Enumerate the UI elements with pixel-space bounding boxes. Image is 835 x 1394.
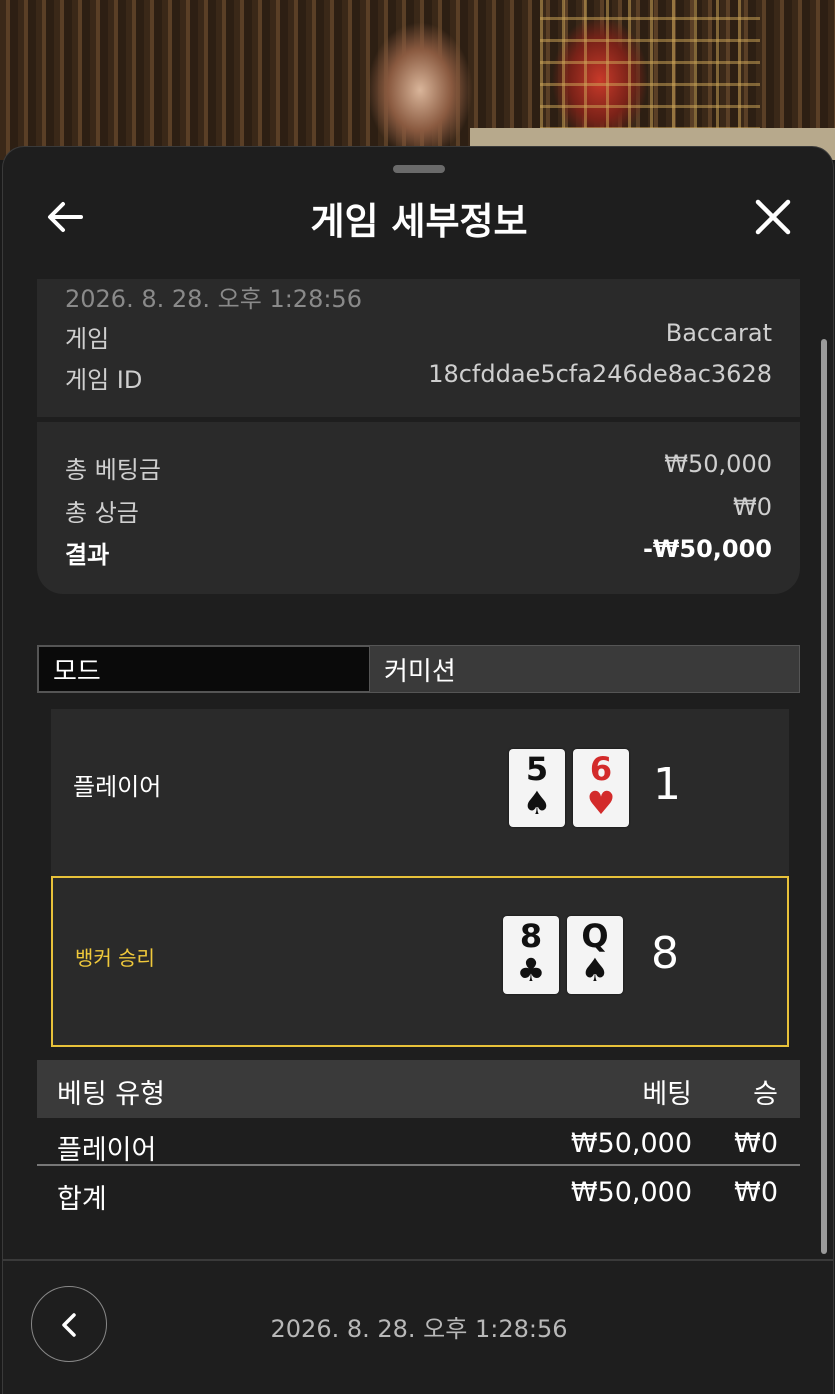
header-win: 승 xyxy=(753,1079,778,1110)
heart-icon: ♥ xyxy=(586,784,616,822)
banker-win-label: 뱅커 승리 xyxy=(75,946,155,970)
footer-divider xyxy=(3,1259,833,1261)
drag-handle[interactable] xyxy=(393,165,445,173)
tab-mode[interactable]: 모드 xyxy=(38,646,370,692)
bet-type-cell: 플레이어 xyxy=(57,1135,157,1166)
game-info-card: 2026. 8. 28. 오후 1:28:56 게임 Baccarat 게임 I… xyxy=(37,279,800,417)
table-total-row: 합계 ₩50,000 ₩0 xyxy=(37,1169,800,1215)
card-rank: Q xyxy=(581,917,609,955)
win-amount-cell: ₩0 xyxy=(734,1128,778,1159)
game-value: Baccarat xyxy=(665,319,772,347)
game-id-label: 게임 ID xyxy=(65,366,143,394)
total-bet-value: ₩50,000 xyxy=(664,450,772,478)
player-score: 1 xyxy=(653,759,681,810)
total-win-row: 총 상금 ₩0 xyxy=(65,493,772,528)
banker-score: 8 xyxy=(651,928,679,979)
live-video-background xyxy=(0,0,835,160)
page-title: 게임 세부정보 xyxy=(310,200,528,243)
game-id-row: 게임 ID 18cfddae5cfa246de8ac3628 xyxy=(65,360,772,395)
total-bet-cell: ₩50,000 xyxy=(570,1177,692,1208)
round-timestamp: 2026. 8. 28. 오후 1:28:56 xyxy=(65,285,362,313)
spade-icon: ♠ xyxy=(522,784,552,822)
card-rank: 8 xyxy=(519,917,543,955)
footer-timestamp: 2026. 8. 28. 오후 1:28:56 xyxy=(270,1315,568,1343)
player-card-1: 5 ♠ xyxy=(509,749,565,827)
total-label-cell: 합계 xyxy=(57,1184,107,1215)
header-bet-type: 베팅 유형 xyxy=(57,1079,165,1110)
close-icon[interactable] xyxy=(751,195,795,239)
club-icon: ♣ xyxy=(516,951,546,989)
header-bet: 베팅 xyxy=(642,1079,692,1110)
player-hand: 플레이어 5 ♠ 6 ♥ 1 xyxy=(51,709,789,877)
game-label: 게임 xyxy=(65,325,110,353)
game-id-value: 18cfddae5cfa246de8ac3628 xyxy=(428,360,772,388)
player-label: 플레이어 xyxy=(73,773,162,801)
bet-amount-cell: ₩50,000 xyxy=(570,1128,692,1159)
total-win-label: 총 상금 xyxy=(65,499,139,527)
banker-card-1: 8 ♣ xyxy=(503,916,559,994)
result-label: 결과 xyxy=(65,541,110,569)
total-bet-label: 총 베팅금 xyxy=(65,456,161,484)
game-row: 게임 Baccarat xyxy=(65,319,772,354)
bet-summary-card: 총 베팅금 ₩50,000 총 상금 ₩0 결과 -₩50,000 xyxy=(37,422,800,594)
total-bet-row: 총 베팅금 ₩50,000 xyxy=(65,450,772,485)
tab-commission[interactable]: 커미션 xyxy=(370,646,799,692)
total-win-value: ₩0 xyxy=(733,493,772,521)
table-row: 플레이어 ₩50,000 ₩0 xyxy=(37,1120,800,1166)
background-lattice xyxy=(540,0,760,130)
result-value: -₩50,000 xyxy=(642,535,772,563)
banker-card-2: Q ♠ xyxy=(567,916,623,994)
timestamp-row: 2026. 8. 28. 오후 1:28:56 xyxy=(65,279,772,314)
card-rank: 5 xyxy=(525,750,549,788)
mode-commission-tabs: 모드 커미션 xyxy=(37,645,800,693)
player-card-2: 6 ♥ xyxy=(573,749,629,827)
spade-icon: ♠ xyxy=(580,951,610,989)
card-rank: 6 xyxy=(589,750,613,788)
scrollbar[interactable] xyxy=(821,339,827,1254)
bets-table-header: 베팅 유형 베팅 승 xyxy=(37,1060,800,1118)
game-details-sheet: 게임 세부정보 2026. 8. 28. 오후 1:28:56 게임 Bacca… xyxy=(2,146,834,1394)
banker-hand: 뱅커 승리 8 ♣ Q ♠ 8 xyxy=(51,876,789,1047)
result-row: 결과 -₩50,000 xyxy=(65,535,772,570)
total-win-cell: ₩0 xyxy=(734,1177,778,1208)
